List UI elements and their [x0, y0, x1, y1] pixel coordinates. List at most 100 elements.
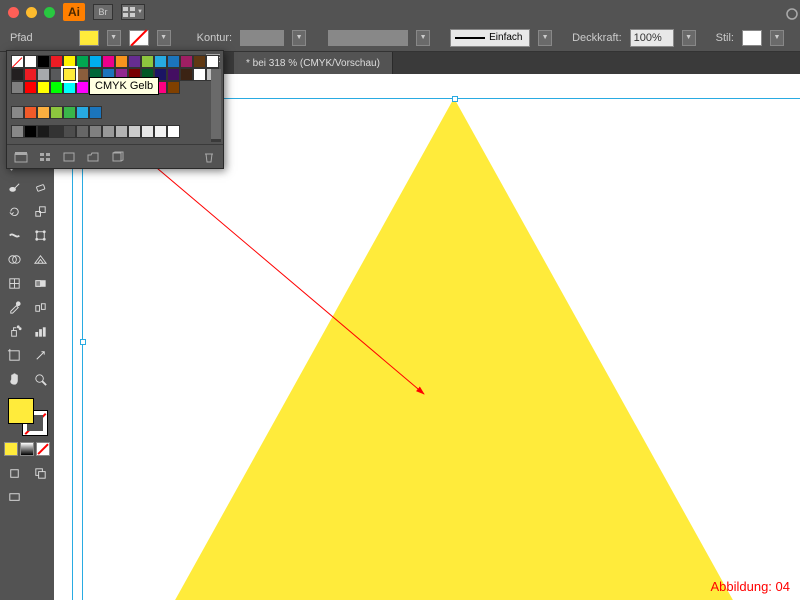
- width-tool[interactable]: [2, 224, 26, 246]
- symbol-sprayer-tool[interactable]: [2, 320, 26, 342]
- eraser-tool[interactable]: [28, 176, 52, 198]
- swatch[interactable]: [50, 81, 63, 94]
- swatch[interactable]: [180, 55, 193, 68]
- swatch[interactable]: [102, 55, 115, 68]
- color-mode-solid[interactable]: [4, 442, 18, 456]
- swatch[interactable]: [89, 125, 102, 138]
- swatch[interactable]: [167, 55, 180, 68]
- opacity-field[interactable]: 100%: [630, 29, 674, 47]
- swatch[interactable]: [180, 68, 193, 81]
- swatch[interactable]: [11, 55, 24, 68]
- swatch[interactable]: [63, 68, 76, 81]
- swatch[interactable]: [193, 55, 206, 68]
- new-swatch-icon[interactable]: [109, 150, 125, 164]
- graphic-style-swatch[interactable]: [742, 30, 762, 46]
- swatch[interactable]: [76, 55, 89, 68]
- swatch[interactable]: [37, 125, 50, 138]
- swatch[interactable]: [50, 125, 63, 138]
- document-tab[interactable]: * bei 318 % (CMYK/Vorschau): [234, 52, 393, 74]
- color-group-icon[interactable]: [11, 106, 24, 119]
- swatch-options-icon[interactable]: [61, 150, 77, 164]
- draw-mode-behind[interactable]: [28, 462, 52, 484]
- panel-scrollbar[interactable]: [211, 69, 221, 142]
- selection-handle[interactable]: [452, 96, 458, 102]
- swatch[interactable]: [11, 68, 24, 81]
- new-group-icon[interactable]: [85, 150, 101, 164]
- brush-definition[interactable]: Einfach: [450, 29, 530, 47]
- swatch[interactable]: [50, 55, 63, 68]
- fill-color-box[interactable]: [8, 398, 34, 424]
- fill-stroke-indicator[interactable]: [8, 398, 48, 436]
- close-icon[interactable]: [8, 7, 19, 18]
- swatch[interactable]: [154, 125, 167, 138]
- hand-tool[interactable]: [2, 368, 26, 390]
- var-width-dropdown[interactable]: ▼: [416, 30, 430, 46]
- perspective-tool[interactable]: [28, 248, 52, 270]
- eyedropper-tool[interactable]: [2, 296, 26, 318]
- swatch[interactable]: [37, 81, 50, 94]
- swatch[interactable]: [115, 125, 128, 138]
- style-dropdown[interactable]: ▼: [770, 30, 784, 46]
- swatch[interactable]: [11, 81, 24, 94]
- gradient-tool[interactable]: [28, 272, 52, 294]
- swatch[interactable]: [37, 55, 50, 68]
- panel-dock-button[interactable]: [784, 0, 800, 28]
- swatch[interactable]: [24, 68, 37, 81]
- scrollbar-thumb[interactable]: [211, 69, 221, 139]
- show-kinds-icon[interactable]: [37, 150, 53, 164]
- graph-tool[interactable]: [28, 320, 52, 342]
- stroke-weight-dropdown[interactable]: ▼: [292, 30, 306, 46]
- swatch[interactable]: [76, 106, 89, 119]
- bridge-button[interactable]: Br: [93, 4, 113, 20]
- stroke-dropdown[interactable]: ▼: [157, 30, 171, 46]
- selection-handle[interactable]: [80, 339, 86, 345]
- swatch[interactable]: [37, 68, 50, 81]
- swatch[interactable]: [63, 106, 76, 119]
- minimize-icon[interactable]: [26, 7, 37, 18]
- rotate-tool[interactable]: [2, 200, 26, 222]
- scale-tool[interactable]: [28, 200, 52, 222]
- swatch[interactable]: [128, 55, 141, 68]
- swatch[interactable]: [193, 68, 206, 81]
- swatch[interactable]: [128, 125, 141, 138]
- color-mode-gradient[interactable]: [20, 442, 34, 456]
- swatch[interactable]: [102, 125, 115, 138]
- swatch[interactable]: [76, 125, 89, 138]
- swatch[interactable]: [76, 68, 89, 81]
- zoom-icon[interactable]: [44, 7, 55, 18]
- swatch[interactable]: [167, 68, 180, 81]
- swatch[interactable]: [89, 55, 102, 68]
- swatch[interactable]: [89, 106, 102, 119]
- color-mode-none[interactable]: [36, 442, 50, 456]
- swatch[interactable]: [63, 55, 76, 68]
- arrange-docs-button[interactable]: ▼: [121, 4, 145, 20]
- swatch[interactable]: [24, 106, 37, 119]
- shape-builder-tool[interactable]: [2, 248, 26, 270]
- swatch[interactable]: [24, 125, 37, 138]
- mesh-tool[interactable]: [2, 272, 26, 294]
- swatch[interactable]: [37, 106, 50, 119]
- swatch[interactable]: [167, 125, 180, 138]
- brush-dropdown[interactable]: ▼: [538, 30, 552, 46]
- swatch[interactable]: [141, 125, 154, 138]
- color-group-icon[interactable]: [11, 125, 24, 138]
- slice-tool[interactable]: [28, 344, 52, 366]
- swatch[interactable]: [24, 55, 37, 68]
- blend-tool[interactable]: [28, 296, 52, 318]
- draw-mode-normal[interactable]: [2, 462, 26, 484]
- swatch[interactable]: [206, 55, 219, 68]
- swatch[interactable]: [50, 68, 63, 81]
- screen-mode[interactable]: [2, 486, 26, 508]
- swatch[interactable]: [24, 81, 37, 94]
- swatch[interactable]: [76, 81, 89, 94]
- stroke-swatch[interactable]: [129, 30, 149, 46]
- fill-dropdown[interactable]: ▼: [107, 30, 121, 46]
- swatch[interactable]: [63, 125, 76, 138]
- blob-brush-tool[interactable]: [2, 176, 26, 198]
- swatch[interactable]: [154, 55, 167, 68]
- delete-swatch-icon[interactable]: [201, 150, 217, 164]
- swatch[interactable]: [63, 81, 76, 94]
- swatch[interactable]: [115, 55, 128, 68]
- swatch[interactable]: [50, 106, 63, 119]
- swatch-libraries-icon[interactable]: [13, 150, 29, 164]
